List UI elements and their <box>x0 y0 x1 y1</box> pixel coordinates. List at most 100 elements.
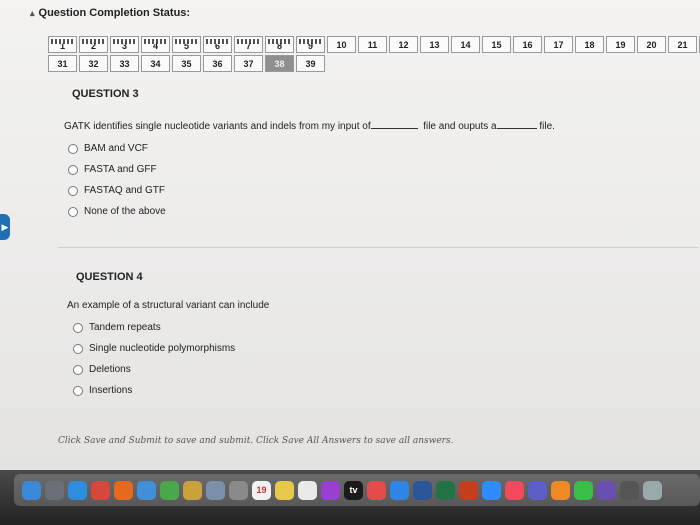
question-box-32[interactable]: 32 <box>79 55 108 72</box>
question-box-16[interactable]: 16 <box>513 36 542 53</box>
safari-icon[interactable] <box>68 480 87 500</box>
mail-icon[interactable] <box>137 480 156 500</box>
tv-icon[interactable]: tv <box>344 480 363 500</box>
q4-option-1[interactable]: Tandem repeats <box>73 317 269 338</box>
trash-icon[interactable] <box>643 480 662 500</box>
radio-button[interactable] <box>73 385 83 396</box>
appstore-icon[interactable] <box>390 480 409 500</box>
q3-option-2[interactable]: FASTA and GFF <box>68 159 555 180</box>
option-label: FASTAQ and GTF <box>84 185 165 196</box>
question-box-21[interactable]: 21 <box>668 36 697 53</box>
q4-option-3[interactable]: Deletions <box>73 359 269 380</box>
blank-2 <box>496 119 537 129</box>
question-box-31[interactable]: 31 <box>48 55 77 72</box>
question-box-33[interactable]: 33 <box>110 55 139 72</box>
question-box-38[interactable]: 38 <box>265 55 294 72</box>
q4-option-2[interactable]: Single nucleotide polymorphisms <box>73 338 269 359</box>
word-icon[interactable] <box>413 480 432 500</box>
question-box-13[interactable]: 13 <box>420 36 449 53</box>
music-icon[interactable] <box>505 480 524 500</box>
radio-button[interactable] <box>68 143 78 154</box>
radio-button[interactable] <box>73 343 83 354</box>
q3-option-4[interactable]: None of the above <box>68 201 555 222</box>
question-box-36[interactable]: 36 <box>203 55 232 72</box>
question-box-19[interactable]: 19 <box>606 36 635 53</box>
question-box-20[interactable]: 20 <box>637 36 666 53</box>
question-box-14[interactable]: 14 <box>451 36 480 53</box>
question-box-17[interactable]: 17 <box>544 36 573 53</box>
question-box-2[interactable]: 2 <box>79 36 108 53</box>
radio-button[interactable] <box>68 185 78 196</box>
q3-option-1[interactable]: BAM and VCF <box>68 138 555 159</box>
launchpad-icon[interactable] <box>45 480 64 500</box>
font-icon[interactable] <box>620 480 639 500</box>
question-box-6[interactable]: 6 <box>203 36 232 53</box>
question-box-number: 37 <box>243 58 254 69</box>
question-box-1[interactable]: 1 <box>48 36 77 53</box>
radio-button[interactable] <box>68 206 78 217</box>
notes-icon[interactable] <box>275 480 294 500</box>
exam-page: ▴ Question Completion Status: 1234567891… <box>0 0 700 470</box>
question-box-12[interactable]: 12 <box>389 36 418 53</box>
chrome-icon[interactable] <box>91 480 110 500</box>
photos-icon[interactable] <box>183 480 202 500</box>
radio-button[interactable] <box>68 164 78 175</box>
books-icon[interactable] <box>551 480 570 500</box>
question-box-number: 34 <box>150 58 161 69</box>
blank-1 <box>370 119 418 129</box>
question-3-title-wrap: QUESTION 3 <box>72 88 139 100</box>
question-box-11[interactable]: 11 <box>358 36 387 53</box>
question-box-number: 13 <box>429 39 440 50</box>
radio-button[interactable] <box>73 364 83 375</box>
question-box-number: 17 <box>553 39 564 50</box>
messages-icon[interactable] <box>574 480 593 500</box>
question-box-number: 14 <box>460 39 471 50</box>
news-icon[interactable] <box>367 480 386 500</box>
question-box-5[interactable]: 5 <box>172 36 201 53</box>
question-box-37[interactable]: 37 <box>234 55 263 72</box>
question-box-number: 5 <box>183 41 189 51</box>
question-box-number: 32 <box>88 58 99 69</box>
option-label: FASTA and GFF <box>84 164 157 175</box>
question-box-number: 7 <box>245 41 251 51</box>
firefox-icon[interactable] <box>114 480 133 500</box>
podcasts-icon[interactable] <box>321 480 340 500</box>
question-box-10[interactable]: 10 <box>327 36 356 53</box>
preview-icon[interactable] <box>206 480 225 500</box>
teams-icon[interactable] <box>528 480 547 500</box>
question-box-3[interactable]: 3 <box>110 36 139 53</box>
star-icon[interactable] <box>597 480 616 500</box>
question-box-8[interactable]: 8 <box>265 36 294 53</box>
question-box-number: 20 <box>646 39 657 50</box>
question-3-text-part-1: GATK identifies single nucleotide varian… <box>64 121 371 132</box>
reminders-icon[interactable] <box>298 480 317 500</box>
settings-icon[interactable] <box>229 480 248 500</box>
question-box-number: 35 <box>181 58 192 69</box>
powerpoint-icon[interactable] <box>459 480 478 500</box>
question-box-39[interactable]: 39 <box>296 55 325 72</box>
question-box-4[interactable]: 4 <box>141 36 170 53</box>
q3-option-3[interactable]: FASTAQ and GTF <box>68 180 555 201</box>
completion-status-header[interactable]: ▴ Question Completion Status: <box>30 7 190 19</box>
question-box-34[interactable]: 34 <box>141 55 170 72</box>
question-box-number: 3 <box>121 41 127 51</box>
finder-icon[interactable] <box>22 480 41 500</box>
maps-icon[interactable] <box>160 480 179 500</box>
question-3-text-part-2: file and ouputs a <box>423 121 497 132</box>
excel-icon[interactable] <box>436 480 455 500</box>
question-3-options: BAM and VCF FASTA and GFF FASTAQ and GTF No… <box>68 138 555 222</box>
collapse-icon[interactable]: ▴ <box>30 8 35 19</box>
question-box-number: 1 <box>59 41 65 51</box>
question-box-9[interactable]: 9 <box>296 36 325 53</box>
question-box-7[interactable]: 7 <box>234 36 263 53</box>
question-box-15[interactable]: 15 <box>482 36 511 53</box>
option-label: Deletions <box>89 364 131 375</box>
question-box-18[interactable]: 18 <box>575 36 604 53</box>
q4-option-4[interactable]: Insertions <box>73 380 269 401</box>
question-box-number: 18 <box>584 39 595 50</box>
calendar-icon[interactable]: 19 <box>252 480 271 500</box>
expand-panel-arrow-icon[interactable]: ▶ <box>0 214 10 240</box>
radio-button[interactable] <box>73 322 83 333</box>
zoom-icon[interactable] <box>482 480 501 500</box>
question-box-35[interactable]: 35 <box>172 55 201 72</box>
